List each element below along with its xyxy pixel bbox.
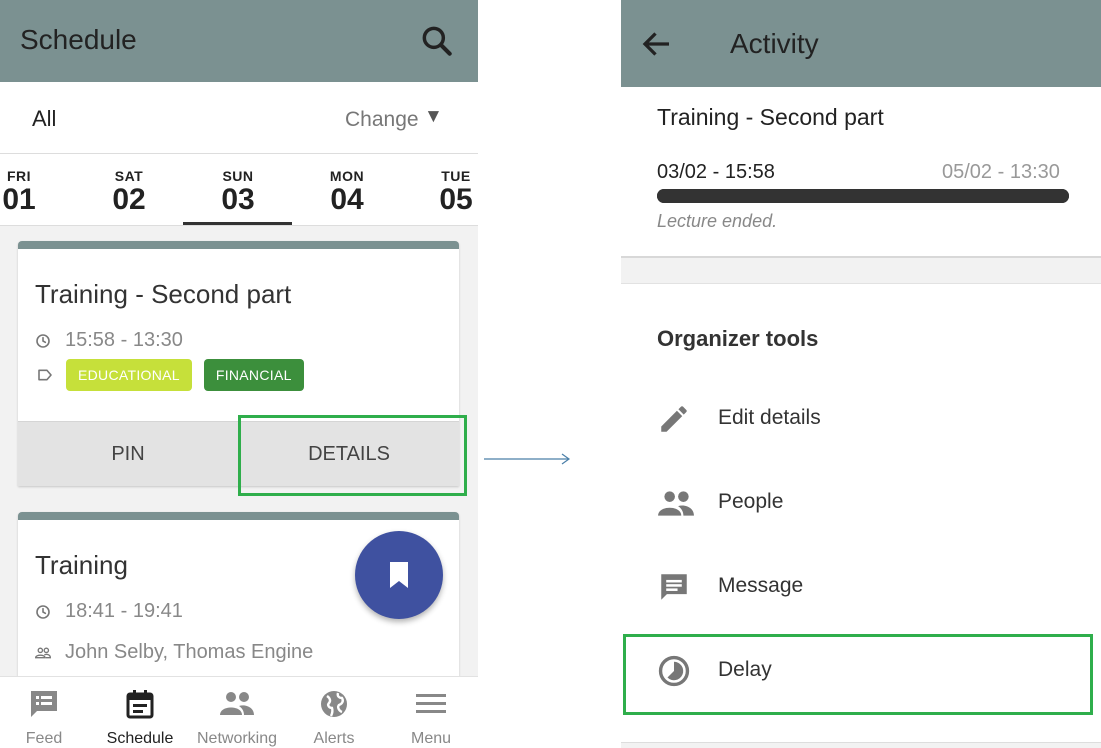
tool-message[interactable]: Message: [621, 548, 1101, 628]
clock-icon: [36, 604, 50, 619]
day-number: 03: [221, 183, 255, 216]
schedule-screen: Schedule All Change ▼ FRI 01 SAT 02 SUN …: [0, 0, 478, 748]
feed-icon: [31, 691, 57, 717]
nav-label: Networking: [196, 730, 278, 747]
back-arrow-icon: [642, 32, 669, 56]
menu-icon: [416, 694, 446, 713]
globe-icon: [321, 691, 347, 717]
tool-label: Edit details: [718, 406, 821, 429]
day-number: 05: [439, 183, 473, 216]
search-icon: [422, 26, 452, 56]
bottom-navigation: Feed Schedule Networking Alerts Menu: [0, 676, 478, 748]
nav-feed[interactable]: Feed: [0, 689, 92, 748]
card-time: 18:41 - 19:41: [65, 600, 183, 622]
card-title: Training - Second part: [35, 279, 292, 309]
caret-down-icon[interactable]: ▼: [424, 106, 443, 128]
start-time: 03/02 - 15:58: [657, 161, 775, 183]
message-icon: [661, 574, 687, 600]
change-filter-button[interactable]: Change: [345, 108, 419, 132]
tag-educational: EDUCATIONAL: [66, 359, 192, 391]
tool-people[interactable]: People: [621, 464, 1101, 544]
tag-list: EDUCATIONAL FINANCIAL: [66, 359, 316, 391]
day-tab-sun[interactable]: SUN 03: [193, 168, 283, 216]
people-icon: [220, 692, 254, 715]
activity-title: Training - Second part: [657, 104, 884, 130]
pin-button[interactable]: PIN: [18, 422, 238, 486]
details-highlight: [238, 415, 467, 496]
activity-appbar: Activity: [621, 0, 1101, 87]
tutorial-stage: Schedule All Change ▼ FRI 01 SAT 02 SUN …: [0, 0, 1101, 748]
tag-financial: FINANCIAL: [203, 359, 304, 391]
tool-label: People: [718, 490, 784, 513]
tool-label: Message: [718, 574, 804, 597]
end-time: 05/02 - 13:30: [942, 161, 1060, 183]
people-icon: [35, 647, 51, 658]
schedule-appbar: Schedule: [0, 0, 478, 82]
day-number: 02: [112, 183, 146, 216]
day-tab-sat[interactable]: SAT 02: [84, 168, 174, 216]
bookmark-icon: [390, 562, 408, 588]
nav-menu[interactable]: Menu: [383, 689, 478, 748]
card-people: John Selby, Thomas Engine: [65, 641, 314, 663]
calendar-icon: [126, 690, 154, 719]
nav-networking[interactable]: Networking: [189, 689, 285, 748]
search-button[interactable]: [418, 22, 456, 60]
nav-label: Feed: [25, 730, 63, 747]
nav-label: Alerts: [313, 730, 355, 747]
nav-alerts[interactable]: Alerts: [286, 689, 382, 748]
day-name: FRI: [6, 168, 32, 184]
nav-label: Schedule: [106, 730, 174, 747]
day-name: TUE: [441, 168, 471, 184]
day-name: SUN: [222, 168, 254, 184]
day-tab-fri[interactable]: FRI 01: [0, 168, 64, 216]
back-button[interactable]: [639, 26, 675, 62]
day-tab-mon[interactable]: MON 04: [302, 168, 392, 216]
day-name: MON: [329, 168, 365, 184]
section-divider: [621, 256, 1101, 284]
progress-fill: [657, 189, 1069, 203]
day-number: 04: [330, 183, 364, 216]
organizer-tools-header: Organizer tools: [657, 326, 819, 351]
section-divider: [621, 742, 1101, 748]
appbar-title: Schedule: [20, 24, 137, 55]
day-number: 01: [2, 183, 36, 216]
appbar-title: Activity: [730, 28, 819, 59]
delay-highlight: [623, 634, 1093, 715]
card-title: Training: [35, 550, 128, 580]
card-time: 15:58 - 13:30: [65, 329, 183, 351]
nav-label: Menu: [410, 730, 452, 747]
filter-value: All: [32, 106, 57, 131]
tool-edit-details[interactable]: Edit details: [621, 380, 1101, 460]
clock-icon: [36, 333, 50, 348]
arrow-right-icon: [484, 453, 571, 465]
activity-screen: Activity Training - Second part 03/02 - …: [621, 0, 1101, 748]
bookmark-fab[interactable]: [355, 531, 443, 619]
card-people-row: John Selby, Thomas Engine: [35, 641, 313, 664]
progress-bar: [657, 189, 1069, 203]
day-name: SAT: [114, 168, 144, 184]
card-time-row: 18:41 - 19:41: [35, 600, 183, 623]
label-icon: [38, 369, 52, 381]
nav-schedule[interactable]: Schedule: [92, 689, 188, 748]
pencil-icon: [661, 406, 687, 432]
lecture-status: Lecture ended.: [657, 211, 778, 231]
filter-row: All Change ▼: [0, 82, 478, 154]
day-selector: FRI 01 SAT 02 SUN 03 MON 04 TUE 05: [0, 154, 478, 226]
selected-day-indicator: [183, 222, 292, 225]
people-icon: [658, 491, 694, 516]
card-time-row: 15:58 - 13:30: [35, 329, 183, 352]
day-tab-tue[interactable]: TUE 05: [411, 168, 478, 216]
